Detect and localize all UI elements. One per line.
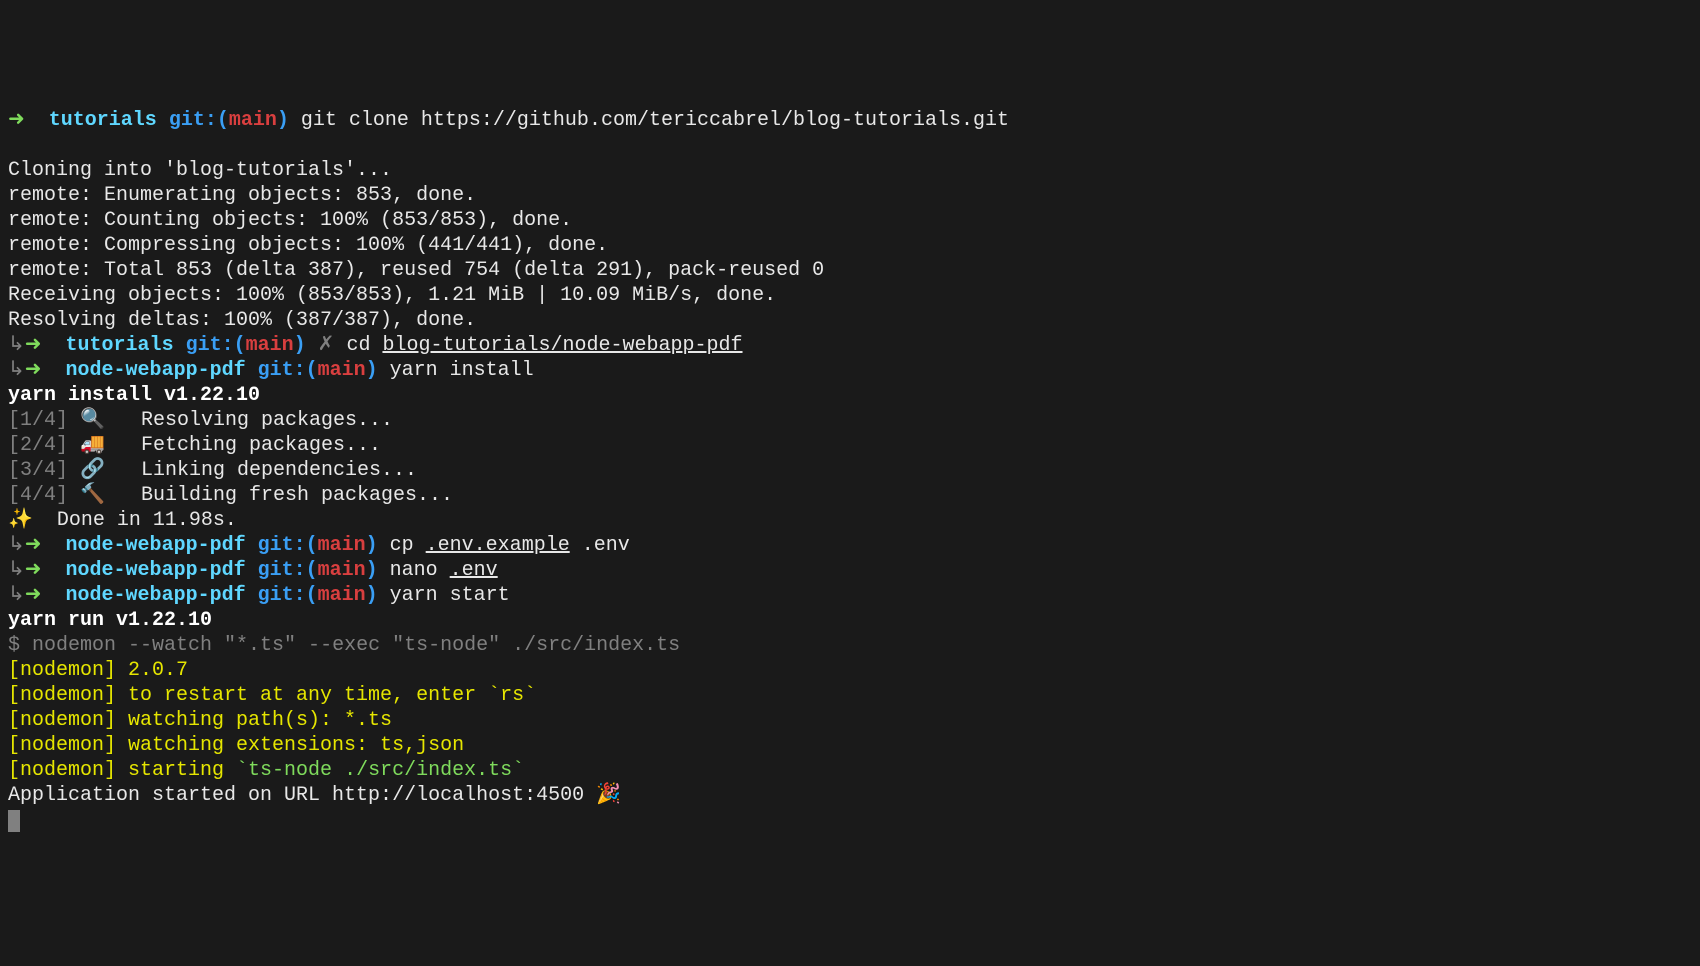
prompt-git-label: git:( xyxy=(258,534,318,557)
prompt-dir: tutorials xyxy=(49,109,157,132)
prompt-git-close: ) xyxy=(366,359,378,382)
command-text: cd xyxy=(346,334,382,357)
prompt-dir: node-webapp-pdf xyxy=(66,559,246,582)
bracket-icon: ↳ xyxy=(8,559,25,582)
prompt-git-close: ) xyxy=(366,559,378,582)
prompt-dir: node-webapp-pdf xyxy=(66,359,246,382)
yarn-step-text: Fetching packages... xyxy=(129,434,381,457)
terminal-output[interactable]: ➜ tutorials git:(main) git clone https:/… xyxy=(8,108,1692,833)
yarn-step-num: [1/4] xyxy=(8,409,68,432)
prompt-git-label: git:( xyxy=(169,109,229,132)
hammer-icon: 🔨 xyxy=(80,484,117,507)
yarn-step-num: [4/4] xyxy=(8,484,68,507)
clone-output-line: remote: Total 853 (delta 387), reused 75… xyxy=(8,259,824,282)
dollar-prompt: $ xyxy=(8,634,32,657)
nodemon-line: [nodemon] 2.0.7 xyxy=(8,659,188,682)
yarn-step-text: Resolving packages... xyxy=(129,409,393,432)
nodemon-line: [nodemon] to restart at any time, enter … xyxy=(8,684,536,707)
prompt-arrow: ➜ xyxy=(25,559,42,582)
nodemon-line: [nodemon] starting xyxy=(8,759,236,782)
prompt-branch: main xyxy=(229,109,277,132)
yarn-step-text: Linking dependencies... xyxy=(129,459,417,482)
yarn-step-num: [3/4] xyxy=(8,459,68,482)
prompt-git-label: git:( xyxy=(258,359,318,382)
clone-output-line: remote: Compressing objects: 100% (441/4… xyxy=(8,234,608,257)
bracket-icon: ↳ xyxy=(8,359,25,382)
command-text: git clone https://github.com/tericcabrel… xyxy=(301,109,1009,132)
command-text: nano xyxy=(390,559,450,582)
bracket-icon: ↳ xyxy=(8,584,25,607)
prompt-dir: node-webapp-pdf xyxy=(66,534,246,557)
prompt-branch: main xyxy=(318,559,366,582)
command-text: .env xyxy=(570,534,630,557)
nodemon-cmd: nodemon --watch "*.ts" --exec "ts-node" … xyxy=(32,634,680,657)
clone-output-line: remote: Enumerating objects: 853, done. xyxy=(8,184,476,207)
nodemon-start-cmd: `ts-node ./src/index.ts` xyxy=(236,759,524,782)
nodemon-line: [nodemon] watching path(s): *.ts xyxy=(8,709,392,732)
prompt-git-label: git:( xyxy=(186,334,246,357)
prompt-git-close: ) xyxy=(294,334,306,357)
prompt-git-label: git:( xyxy=(258,584,318,607)
prompt-arrow: ➜ xyxy=(25,584,42,607)
truck-icon: 🚚 xyxy=(80,434,117,457)
prompt-arrow: ➜ xyxy=(8,109,25,132)
prompt-branch: main xyxy=(318,534,366,557)
prompt-arrow: ➜ xyxy=(25,359,42,382)
command-path: .env.example xyxy=(426,534,570,557)
dirty-indicator-icon: ✗ xyxy=(318,334,335,357)
nodemon-line: [nodemon] watching extensions: ts,json xyxy=(8,734,464,757)
yarn-run-header: yarn run v1.22.10 xyxy=(8,609,212,632)
prompt-git-close: ) xyxy=(366,584,378,607)
link-icon: 🔗 xyxy=(80,459,117,482)
command-path: .env xyxy=(450,559,498,582)
clone-output-line: remote: Counting objects: 100% (853/853)… xyxy=(8,209,572,232)
clone-output-line: Cloning into 'blog-tutorials'... xyxy=(8,159,392,182)
app-started: Application started on URL http://localh… xyxy=(8,784,621,807)
command-text: yarn start xyxy=(390,584,510,607)
yarn-done: ✨ Done in 11.98s. xyxy=(8,509,237,532)
yarn-step-num: [2/4] xyxy=(8,434,68,457)
cursor-icon xyxy=(8,810,20,832)
clone-output-line: Resolving deltas: 100% (387/387), done. xyxy=(8,309,476,332)
command-text: cp xyxy=(390,534,426,557)
command-text: yarn install xyxy=(390,359,534,382)
prompt-git-close: ) xyxy=(277,109,289,132)
prompt-dir: node-webapp-pdf xyxy=(66,584,246,607)
prompt-branch: main xyxy=(318,359,366,382)
prompt-git-close: ) xyxy=(366,534,378,557)
yarn-header: yarn install v1.22.10 xyxy=(8,384,260,407)
clone-output-line: Receiving objects: 100% (853/853), 1.21 … xyxy=(8,284,776,307)
prompt-branch: main xyxy=(318,584,366,607)
magnifier-icon: 🔍 xyxy=(80,409,117,432)
command-path: blog-tutorials/node-webapp-pdf xyxy=(382,334,742,357)
prompt-git-label: git:( xyxy=(258,559,318,582)
yarn-step-text: Building fresh packages... xyxy=(129,484,453,507)
prompt-arrow: ➜ xyxy=(25,334,42,357)
bracket-icon: ↳ xyxy=(8,534,25,557)
prompt-arrow: ➜ xyxy=(25,534,42,557)
bracket-icon: ↳ xyxy=(8,334,25,357)
prompt-dir: tutorials xyxy=(66,334,174,357)
prompt-branch: main xyxy=(246,334,294,357)
